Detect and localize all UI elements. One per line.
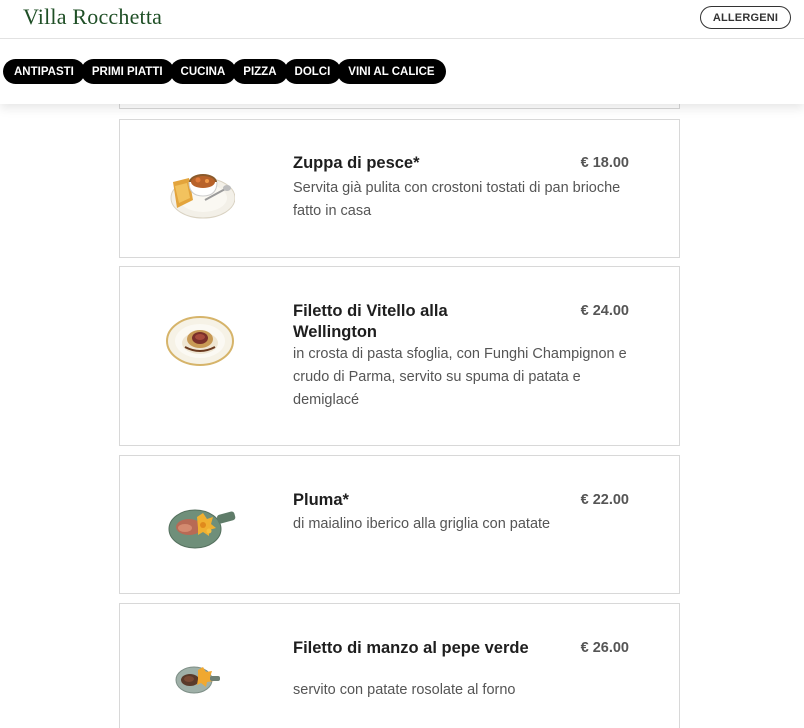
allergens-button[interactable]: ALLERGENI (700, 6, 791, 29)
dish-name: Filetto di manzo al pepe verde (293, 639, 529, 657)
pluma-board-icon (168, 509, 236, 549)
restaurant-logo[interactable]: Villa Rocchetta (23, 4, 162, 30)
dish-price: € 26.00 (580, 640, 629, 656)
beef-fillet-plate-icon (175, 666, 220, 694)
menu-item-card[interactable]: Filetto di Vitello alla Wellington € 24.… (119, 266, 680, 446)
tab-primi-piatti[interactable]: PRIMI PIATTI (80, 59, 174, 84)
tab-cucina[interactable]: CUCINA (169, 59, 237, 84)
tab-vini-al-calice[interactable]: VINI AL CALICE (337, 59, 446, 84)
menu-item-card[interactable]: Zuppa di pesce* € 18.00 Servita già puli… (119, 119, 680, 258)
tab-dolci[interactable]: DOLCI (283, 59, 342, 84)
dish-name: Pluma* (293, 491, 349, 509)
dish-description: in crosta di pasta sfoglia, con Funghi C… (293, 346, 627, 408)
menu-item-card[interactable]: Filetto di manzo al pepe verde € 26.00 s… (119, 603, 680, 728)
wellington-plate-icon (166, 316, 234, 366)
category-tabs: ANTIPASTI PRIMI PIATTI CUCINA PIZZA DOLC… (3, 59, 453, 84)
dish-price: € 22.00 (580, 492, 629, 508)
dish-description: di maialino iberico alla griglia con pat… (293, 516, 551, 532)
dish-description: servito con patate rosolate al forno (293, 682, 516, 698)
menu-item-card[interactable]: Pluma* € 22.00 di maialino iberico alla … (119, 455, 680, 594)
header: Villa Rocchetta ALLERGENI ANTIPASTI PRIM… (0, 0, 804, 104)
tab-antipasti[interactable]: ANTIPASTI (3, 59, 85, 84)
fish-soup-plate-icon (170, 174, 235, 219)
dish-price: € 24.00 (580, 303, 629, 319)
dish-price: € 18.00 (580, 155, 629, 171)
tab-pizza[interactable]: PIZZA (232, 59, 288, 84)
dish-name: Filetto di Vitello alla Wellington (293, 302, 448, 341)
top-bar: Villa Rocchetta ALLERGENI (0, 0, 804, 39)
dish-description: Servita già pulita con crostoni tostati … (293, 180, 621, 219)
dish-name: Zuppa di pesce* (293, 154, 420, 172)
